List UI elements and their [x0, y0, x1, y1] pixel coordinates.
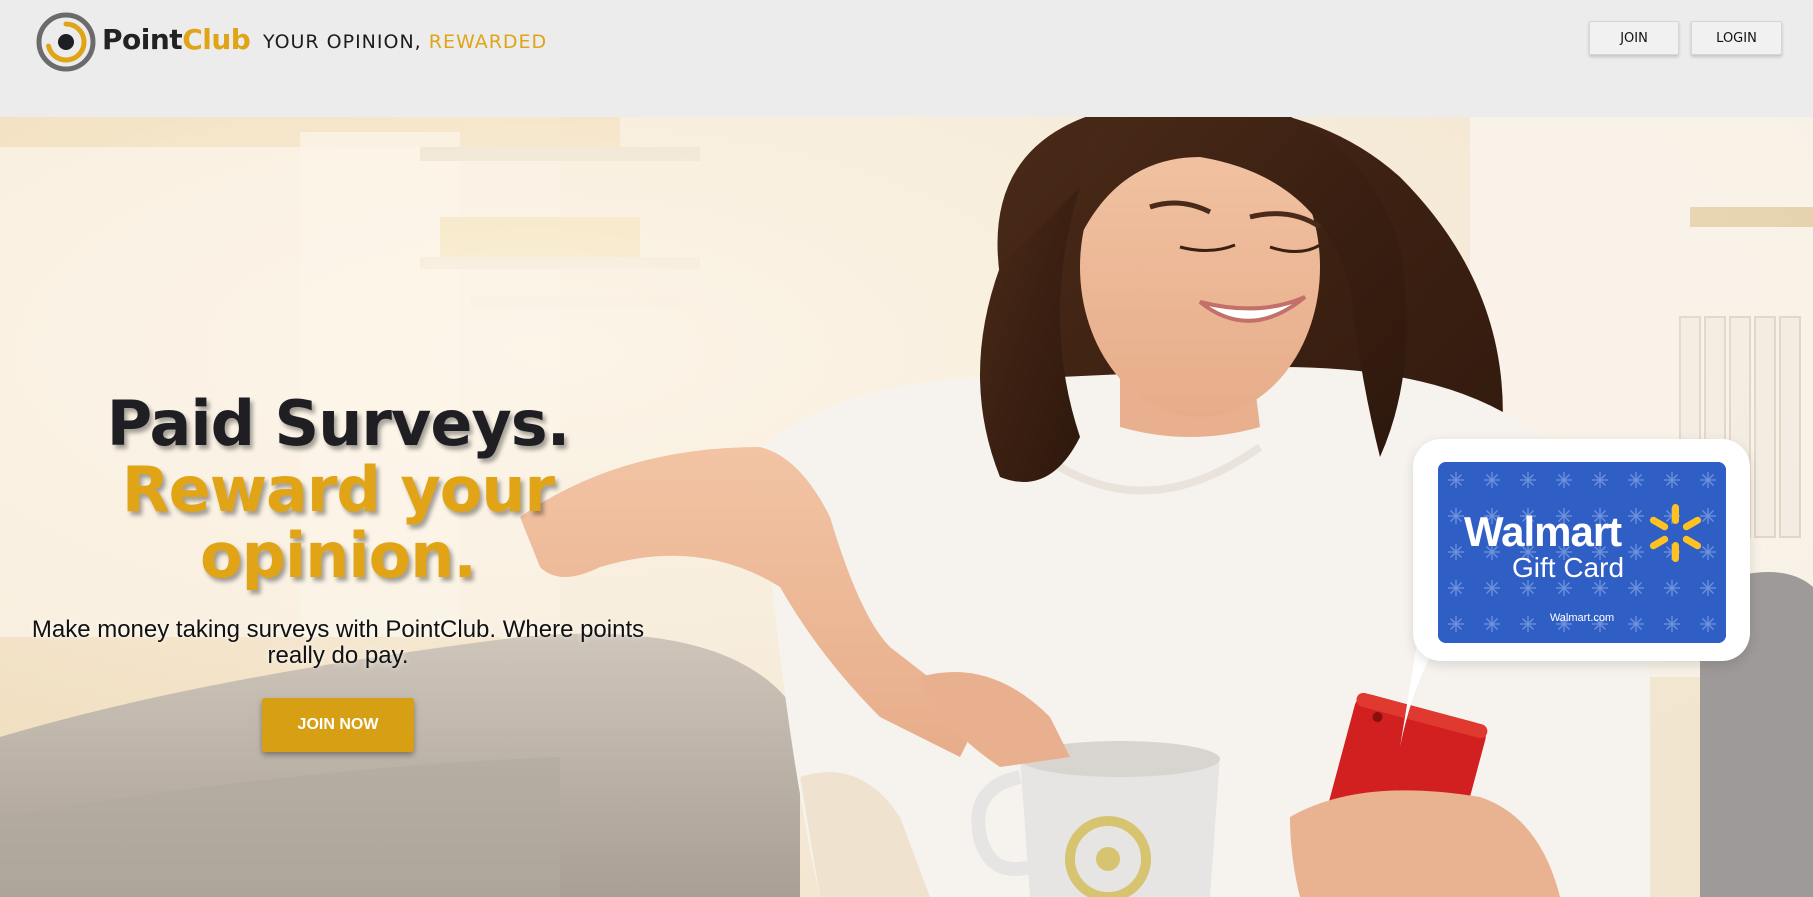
walmart-spark-icon — [1649, 504, 1702, 562]
join-button[interactable]: JOIN — [1589, 21, 1679, 55]
pointclub-logo-icon[interactable] — [36, 12, 96, 72]
brand-name-point: Point — [102, 23, 183, 56]
page: PointClub YOUR OPINION, REWARDED JOIN LO… — [0, 0, 1813, 897]
hero-section: Paid Surveys. Reward your opinion. Make … — [0, 117, 1813, 897]
walmart-gift-card: Walmart Gift Card Walmart.com — [1438, 462, 1726, 643]
gift-card-url: Walmart.com — [1549, 612, 1615, 624]
gift-card-brand: Walmart — [1464, 508, 1622, 555]
brand-name[interactable]: PointClub — [102, 20, 251, 60]
brand-name-club: Club — [182, 23, 251, 56]
site-header: PointClub YOUR OPINION, REWARDED JOIN LO… — [0, 0, 1813, 117]
join-now-button[interactable]: JOIN NOW — [262, 698, 414, 752]
login-button[interactable]: LOGIN — [1691, 21, 1782, 55]
headline-line2: Reward your opinion. — [121, 453, 555, 592]
gift-card-subtitle: Gift Card — [1512, 552, 1625, 583]
tagline-part1: YOUR OPINION, — [263, 31, 429, 53]
tagline: YOUR OPINION, REWARDED — [263, 29, 547, 55]
headline-line1: Paid Surveys. — [106, 387, 571, 460]
hero-subtext: Make money taking surveys with PointClub… — [31, 616, 645, 669]
tagline-part2: REWARDED — [428, 31, 548, 53]
